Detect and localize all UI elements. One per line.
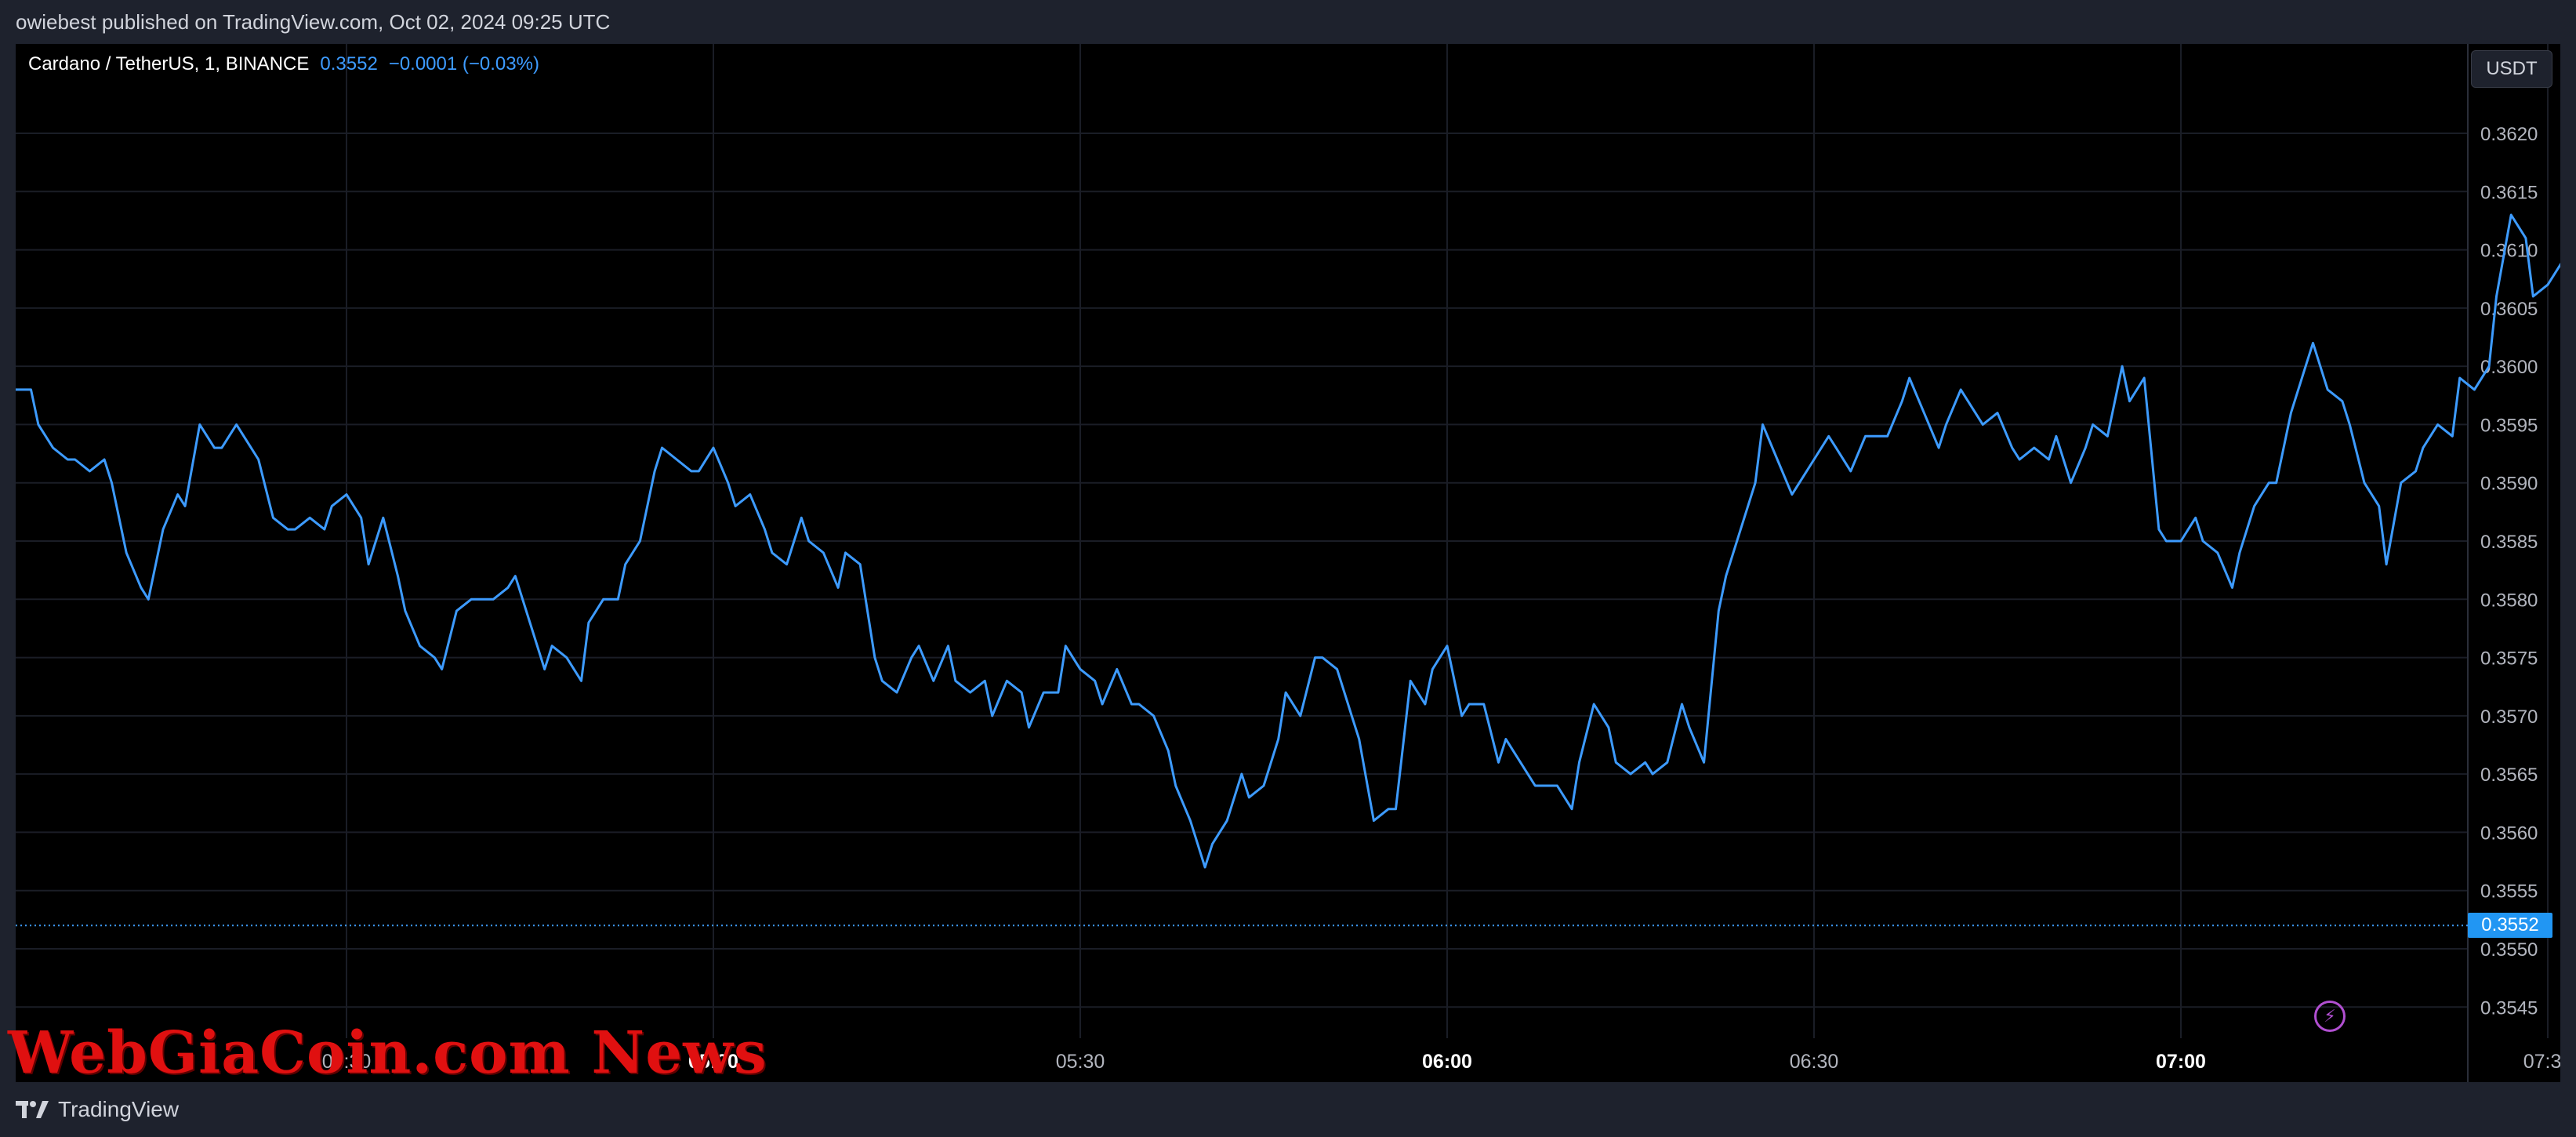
tradingview-logo[interactable]: TradingView	[16, 1097, 179, 1122]
chart-legend: Cardano / TetherUS, 1, BINANCE 0.3552 −0…	[28, 53, 539, 75]
chart-background	[16, 44, 2560, 1082]
y-tick-label: 0.3620	[2480, 124, 2538, 145]
y-tick-label: 0.3595	[2480, 415, 2538, 436]
x-tick-label: 07:00	[2156, 1051, 2206, 1073]
x-tick-label: 06:30	[1790, 1051, 1839, 1073]
x-tick-label: 07:30	[2523, 1051, 2560, 1073]
lightning-icon[interactable]: ⚡	[2314, 1001, 2346, 1032]
y-tick-label: 0.3585	[2480, 532, 2538, 553]
y-tick-label: 0.3590	[2480, 474, 2538, 495]
last-price-tag: 0.3552	[2468, 913, 2552, 938]
x-tick-label: 05:30	[1056, 1051, 1105, 1073]
legend-change: −0.0001 (−0.03%)	[388, 53, 539, 74]
y-tick-label: 0.3545	[2480, 997, 2538, 1019]
legend-symbol: Cardano / TetherUS, 1, BINANCE	[28, 53, 310, 74]
watermark: WebGiaCoin.com News	[8, 1019, 767, 1087]
y-tick-label: 0.3565	[2480, 765, 2538, 786]
y-tick-label: 0.3550	[2480, 939, 2538, 961]
x-tick-label: 06:00	[1422, 1051, 1472, 1073]
y-tick-label: 0.3575	[2480, 648, 2538, 670]
y-tick-label: 0.3580	[2480, 590, 2538, 611]
y-tick-label: 0.3560	[2480, 823, 2538, 844]
footer: TradingView	[0, 1082, 2576, 1137]
legend-price: 0.3552	[320, 53, 378, 74]
y-tick-label: 0.3615	[2480, 182, 2538, 203]
chart-area[interactable]: 0.3620 0.3615 0.3610 0.3605 0.3600 0.3595 0.35…	[16, 44, 2560, 1082]
currency-button[interactable]: USDT	[2471, 50, 2552, 88]
tradingview-brand: TradingView	[58, 1097, 180, 1121]
y-tick-label: 0.3570	[2480, 707, 2538, 728]
y-tick-label: 0.3605	[2480, 299, 2538, 320]
publisher-header: owiebest published on TradingView.com, O…	[0, 0, 2576, 44]
y-tick-label: 0.3555	[2480, 881, 2538, 903]
price-chart[interactable]: 0.36200.36150.36100.36050.36000.35950.35…	[16, 44, 2560, 1082]
publisher-text: owiebest published on TradingView.com, O…	[16, 9, 611, 34]
tradingview-logo-icon	[16, 1101, 49, 1118]
